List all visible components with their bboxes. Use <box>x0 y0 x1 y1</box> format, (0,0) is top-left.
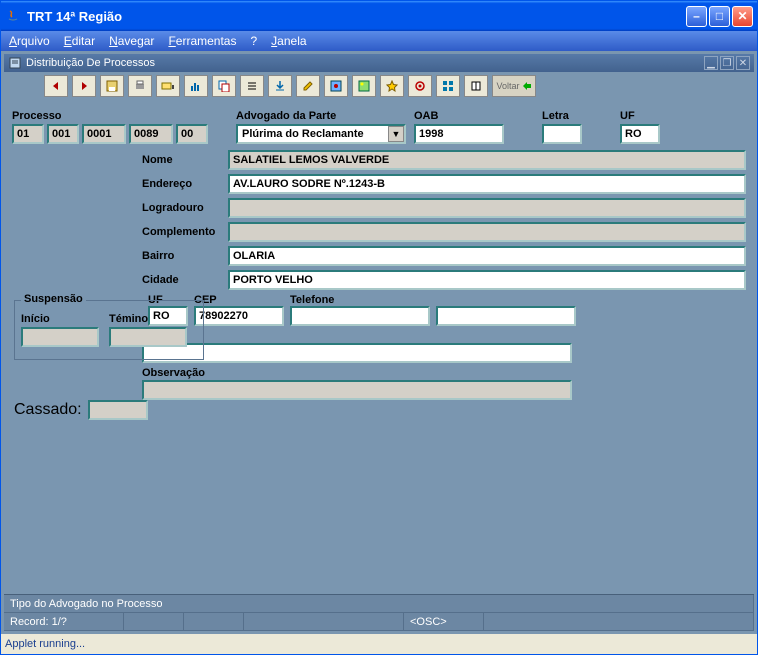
status-record: Record: 1/? <box>4 613 124 630</box>
uf-field[interactable] <box>620 124 660 144</box>
download-button[interactable] <box>268 75 292 97</box>
print-button[interactable] <box>128 75 152 97</box>
next-button[interactable] <box>72 75 96 97</box>
email-field[interactable] <box>142 343 572 363</box>
applet-status: Applet running... <box>1 634 757 654</box>
maximize-button[interactable]: □ <box>709 6 730 27</box>
grid-button[interactable] <box>436 75 460 97</box>
image-button[interactable] <box>352 75 376 97</box>
advogado-tipo-dropdown[interactable]: Plúrima do Reclamante ▼ <box>236 124 406 144</box>
java-icon <box>5 8 21 24</box>
close-button[interactable]: ✕ <box>732 6 753 27</box>
status-message: Tipo do Advogado no Processo <box>4 595 754 612</box>
label-inicio: Início <box>21 313 99 325</box>
window-title: TRT 14ª Região <box>27 9 686 24</box>
processo-p4[interactable] <box>129 124 173 144</box>
mdi-title: Distribuição De Processos <box>26 57 704 69</box>
cep-field[interactable] <box>194 306 284 326</box>
mdi-titlebar: Distribuição De Processos ▁ ❐ ✕ <box>4 54 754 72</box>
menubar: Arquivo Editar Navegar Ferramentas ? Jan… <box>1 31 757 51</box>
toolbar: Voltar <box>4 72 754 100</box>
advogado-tipo-value: Plúrima do Reclamante <box>238 128 388 140</box>
label-cidade: Cidade <box>142 274 222 286</box>
oab-field[interactable] <box>414 124 504 144</box>
label-oab: OAB <box>414 110 504 122</box>
cidade-field[interactable] <box>228 270 746 290</box>
mdi-close-button[interactable]: ✕ <box>736 56 750 70</box>
logradouro-field[interactable] <box>228 198 746 218</box>
menu-editar[interactable]: Editar <box>64 34 95 48</box>
label-suspensao: Suspensão <box>21 293 86 305</box>
list-button[interactable] <box>240 75 264 97</box>
label-advogado: Advogado da Parte <box>236 110 406 122</box>
menu-arquivo[interactable]: Arquivo <box>9 34 50 48</box>
label-telefone: Telefone <box>290 294 576 306</box>
label-termino: Témino <box>109 313 187 325</box>
chart-button[interactable] <box>184 75 208 97</box>
processo-p3[interactable] <box>82 124 126 144</box>
nome-field[interactable] <box>228 150 746 170</box>
menu-help[interactable]: ? <box>250 34 257 48</box>
processo-p2[interactable] <box>47 124 79 144</box>
telefone1-field[interactable] <box>290 306 430 326</box>
copy-button[interactable] <box>212 75 236 97</box>
gear-button[interactable] <box>408 75 432 97</box>
book-button[interactable] <box>464 75 488 97</box>
label-processo: Processo <box>12 110 208 122</box>
label-logradouro: Logradouro <box>142 202 222 214</box>
status-osc: <OSC> <box>404 613 484 630</box>
menu-navegar[interactable]: Navegar <box>109 34 154 48</box>
voltar-button[interactable]: Voltar <box>492 75 536 97</box>
endereco-field[interactable] <box>228 174 746 194</box>
processo-p5[interactable] <box>176 124 208 144</box>
label-observacao: Observação <box>142 367 205 379</box>
label-cassado: Cassado: <box>14 401 82 419</box>
label-nome: Nome <box>142 154 222 166</box>
form-icon <box>8 56 22 70</box>
inicio-field[interactable] <box>21 327 99 347</box>
prev-button[interactable] <box>44 75 68 97</box>
complemento-field[interactable] <box>228 222 746 242</box>
edit-button[interactable] <box>296 75 320 97</box>
save-button[interactable] <box>100 75 124 97</box>
label-uf: UF <box>620 110 660 122</box>
label-bairro: Bairro <box>142 250 222 262</box>
menu-ferramentas[interactable]: Ferramentas <box>168 34 236 48</box>
minimize-button[interactable]: – <box>686 6 707 27</box>
observacao-field[interactable] <box>142 380 572 400</box>
label-letra: Letra <box>542 110 582 122</box>
letra-field[interactable] <box>542 124 582 144</box>
suspensao-group: Suspensão Início Témino <box>14 300 204 360</box>
mdi-minimize-button[interactable]: ▁ <box>704 56 718 70</box>
star-button[interactable] <box>380 75 404 97</box>
processo-p1[interactable] <box>12 124 44 144</box>
menu-janela[interactable]: Janela <box>271 34 306 48</box>
form-area: Processo Advogado da Parte Plúrima do Re… <box>4 100 754 594</box>
label-endereco: Endereço <box>142 178 222 190</box>
label-cep: CEP <box>194 294 284 306</box>
dropdown-arrow-icon: ▼ <box>388 126 404 142</box>
bairro-field[interactable] <box>228 246 746 266</box>
termino-field[interactable] <box>109 327 187 347</box>
mdi-restore-button[interactable]: ❐ <box>720 56 734 70</box>
cassado-field[interactable] <box>88 400 148 420</box>
status-bar: Tipo do Advogado no Processo Record: 1/?… <box>4 594 754 631</box>
index-button[interactable] <box>156 75 180 97</box>
tools-button[interactable] <box>324 75 348 97</box>
label-complemento: Complemento <box>142 226 222 238</box>
window-titlebar: TRT 14ª Região – □ ✕ <box>1 1 757 31</box>
telefone2-field[interactable] <box>436 306 576 326</box>
